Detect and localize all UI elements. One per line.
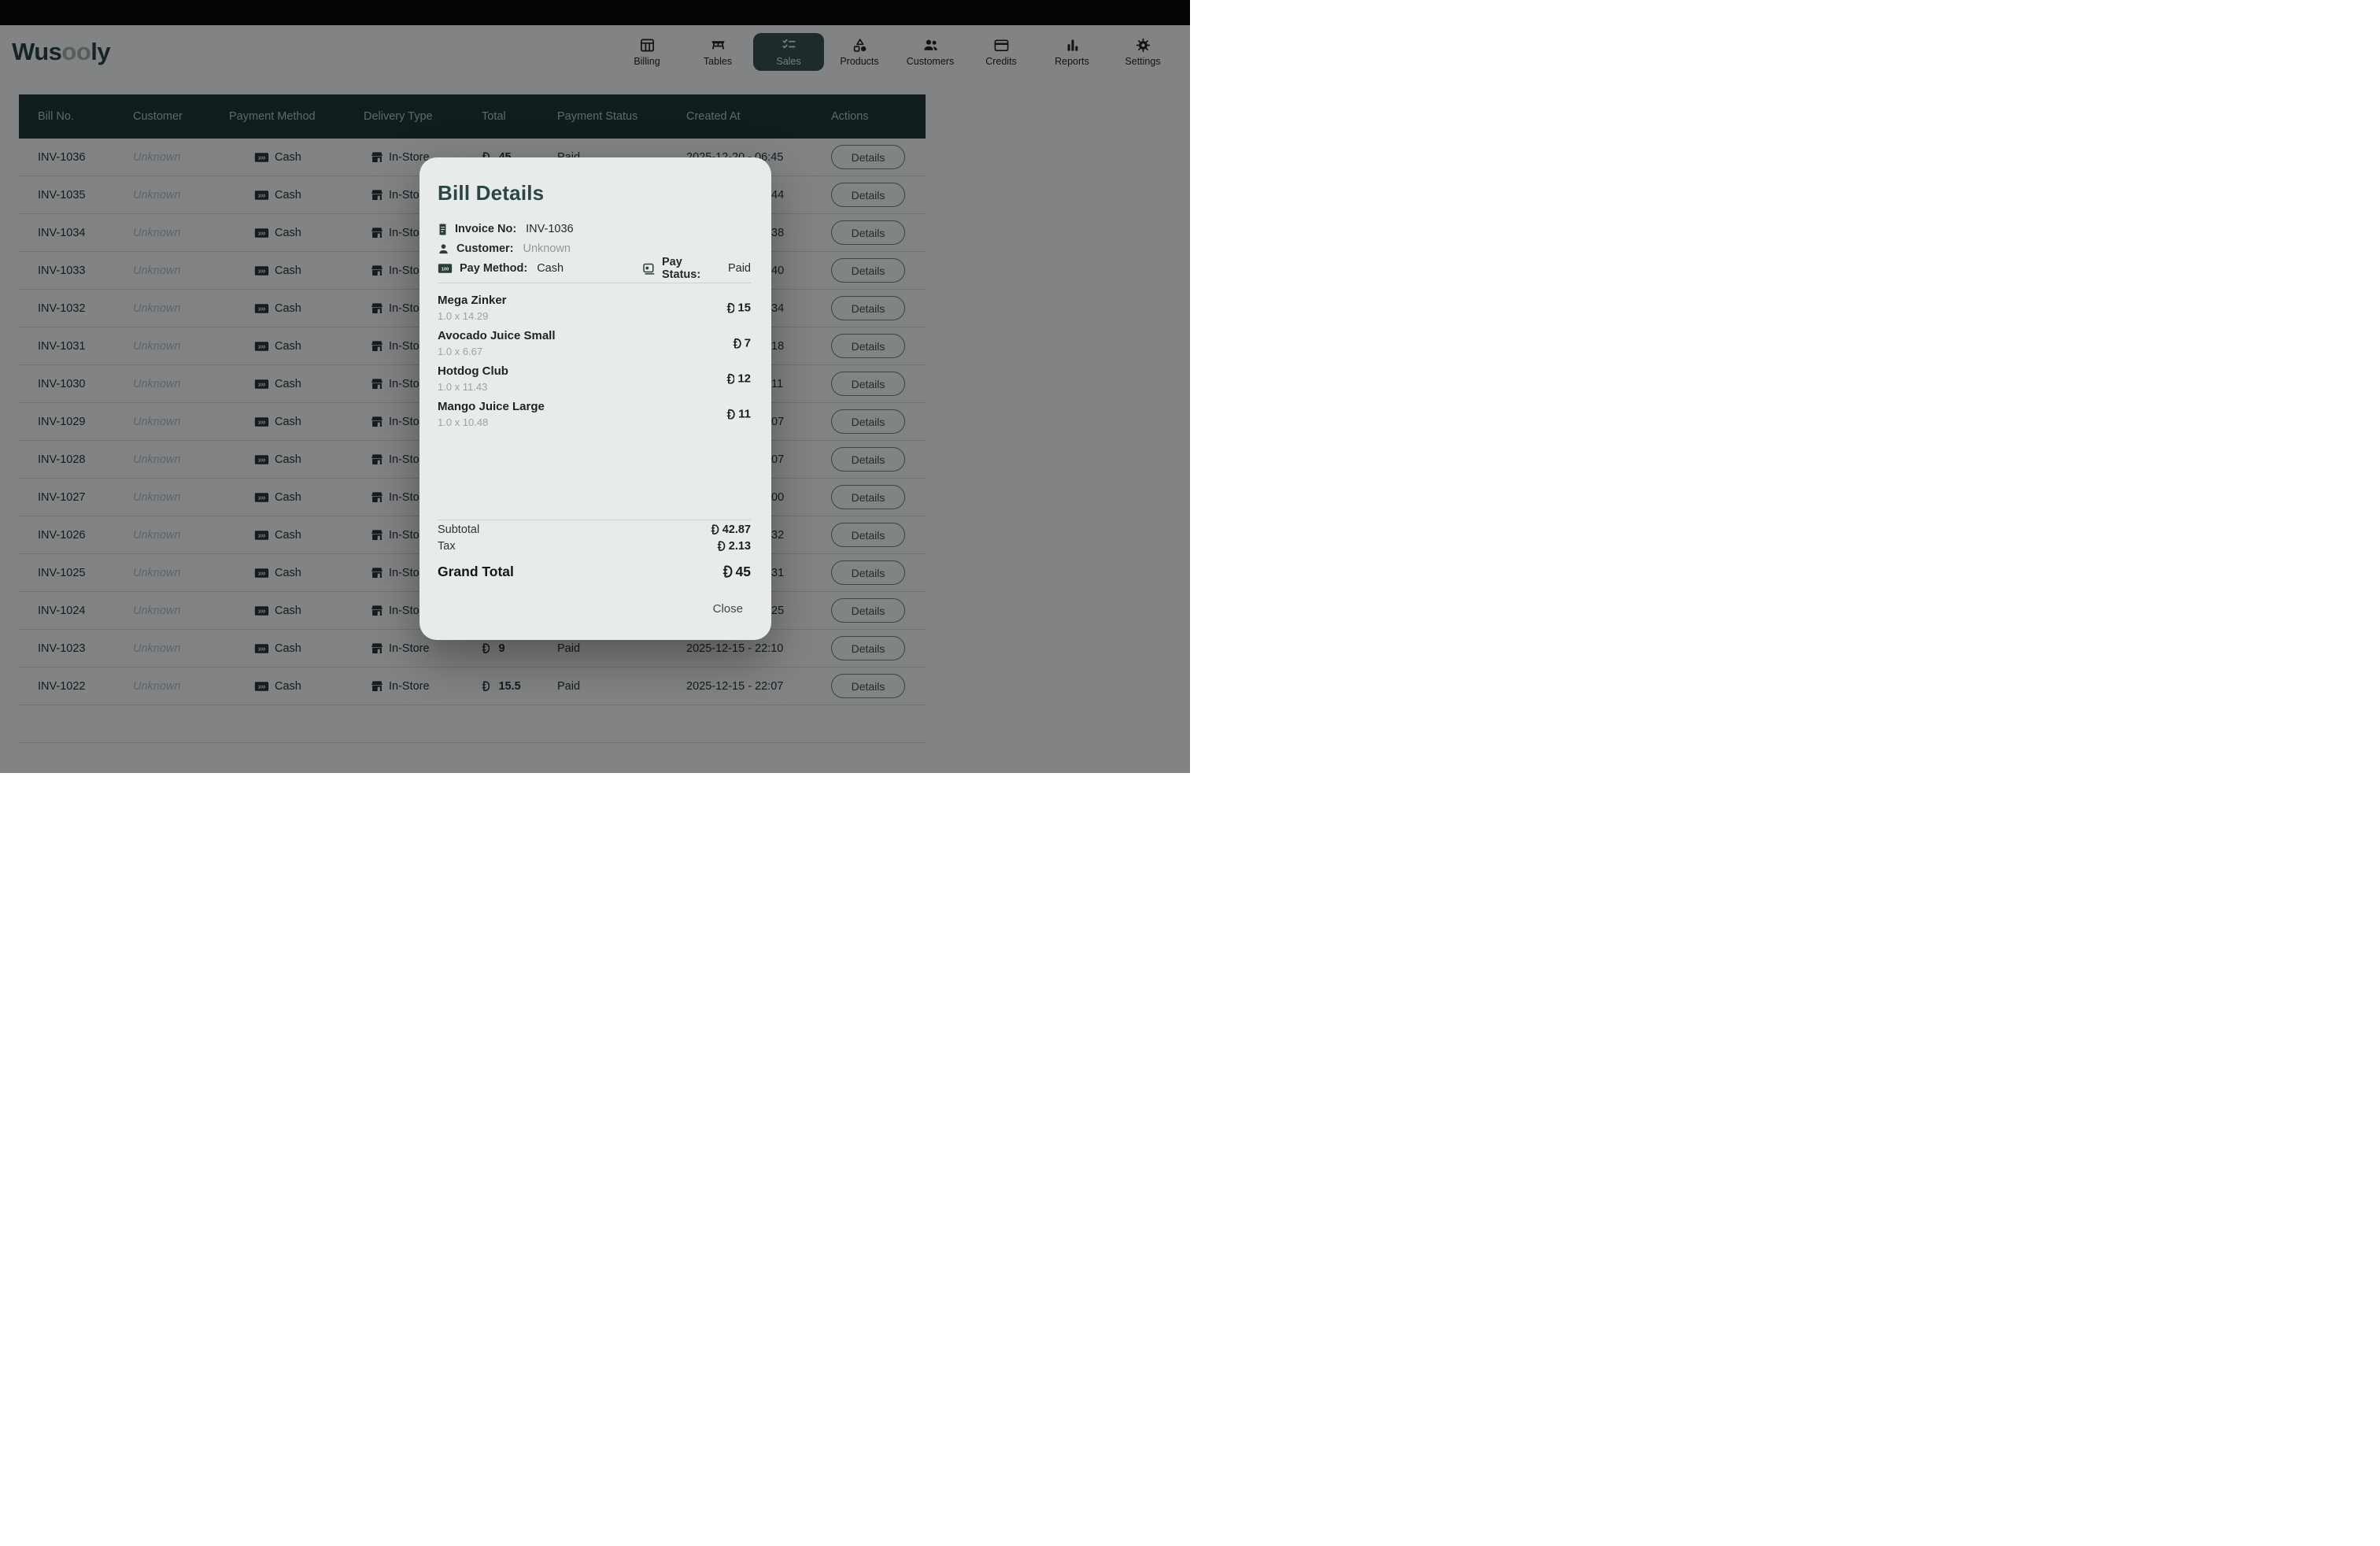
- pay-method-value: Cash: [537, 262, 564, 275]
- bill-item: Mango Juice Large 1.0 x 10.4811: [438, 399, 751, 429]
- modal-title: Bill Details: [438, 181, 751, 205]
- item-name: Mango Juice Large: [438, 399, 751, 414]
- item-price: 11: [726, 408, 751, 421]
- currency-icon: [717, 541, 725, 551]
- subtotal-value: 42.87: [711, 523, 751, 536]
- item-price: 7: [733, 337, 751, 350]
- customer-value: Unknown: [523, 242, 571, 255]
- item-qty: 1.0 x 6.67: [438, 345, 751, 358]
- tax-row: Tax 2.13: [438, 538, 751, 553]
- grand-total-value: 45: [722, 564, 751, 580]
- item-name: Hotdog Club: [438, 364, 751, 379]
- grand-total-row: Grand Total 45: [438, 563, 751, 580]
- pay-status-label: Pay Status:: [662, 256, 719, 281]
- bill-item: Mega Zinker1.0 x 14.2915: [438, 293, 751, 323]
- currency-icon: [733, 338, 741, 349]
- close-button[interactable]: Close: [713, 602, 743, 616]
- invoice-row: Invoice No: INV-1036: [438, 221, 751, 237]
- receipt-icon: [438, 223, 448, 236]
- customer-label: Customer:: [456, 242, 514, 255]
- currency-icon: [726, 373, 735, 384]
- invoice-label: Invoice No:: [455, 223, 516, 235]
- bill-info: Invoice No: INV-1036 Customer: Unknown 1…: [438, 221, 751, 276]
- modal-footer: Close: [438, 602, 751, 616]
- customer-row: Customer: Unknown: [438, 241, 751, 257]
- app-screen: Wusooly Billing Tables Sales Products Cu…: [0, 0, 1190, 773]
- item-qty: 1.0 x 14.29: [438, 309, 751, 323]
- banknote-icon: 100: [438, 263, 453, 274]
- item-name: Avocado Juice Small: [438, 328, 751, 343]
- item-qty: 1.0 x 10.48: [438, 416, 751, 429]
- tax-value: 2.13: [717, 540, 751, 553]
- coin-card-icon: [641, 262, 655, 276]
- grand-total-label: Grand Total: [438, 564, 514, 580]
- pay-status-group: Pay Status: Paid: [641, 261, 751, 276]
- subtotal-label: Subtotal: [438, 523, 479, 536]
- tax-label: Tax: [438, 540, 456, 553]
- pay-status-value: Paid: [728, 262, 751, 275]
- item-name: Mega Zinker: [438, 293, 751, 308]
- user-icon: [438, 243, 449, 255]
- currency-icon: [726, 302, 735, 313]
- bill-item: Avocado Juice Small 1.0 x 6.677: [438, 328, 751, 358]
- currency-icon: [722, 565, 733, 578]
- svg-text:100: 100: [442, 267, 449, 272]
- item-price: 15: [726, 301, 751, 315]
- item-price: 12: [726, 372, 751, 386]
- bill-details-modal: Bill Details Invoice No: INV-1036 Custom…: [419, 157, 771, 640]
- pay-method-label: Pay Method:: [460, 262, 527, 275]
- currency-icon: [711, 524, 719, 534]
- bill-item: Hotdog Club1.0 x 11.4312: [438, 364, 751, 394]
- item-qty: 1.0 x 11.43: [438, 380, 751, 394]
- invoice-value: INV-1036: [526, 223, 573, 235]
- pay-row: 100 Pay Method: Cash Pay Status: Paid: [438, 261, 751, 276]
- subtotal-row: Subtotal 42.87: [438, 522, 751, 537]
- bill-items-list: Mega Zinker1.0 x 14.2915 Avocado Juice Sm…: [438, 293, 751, 429]
- currency-icon: [726, 409, 735, 420]
